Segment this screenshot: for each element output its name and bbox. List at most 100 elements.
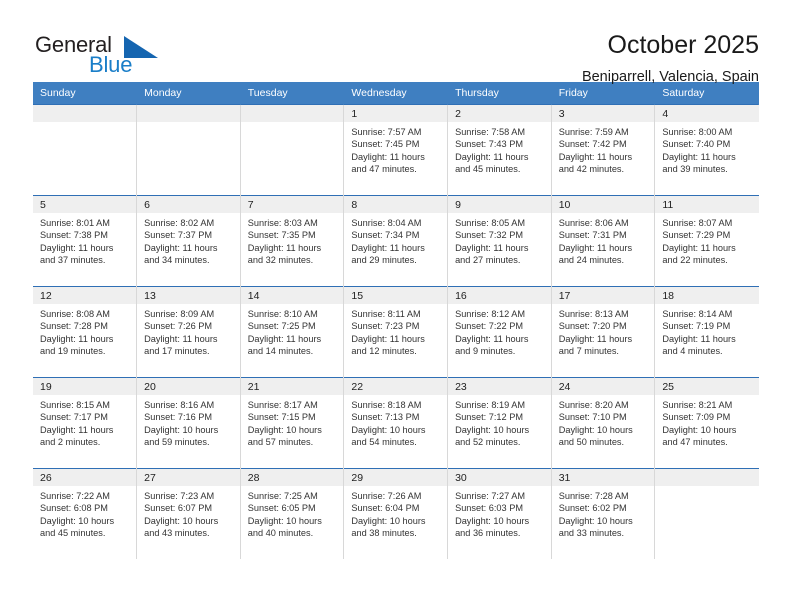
general-blue-logo[interactable]: General Blue (33, 28, 163, 80)
calendar-day-cell[interactable]: 8 Sunrise: 8:04 AM Sunset: 7:34 PM Daylight… (343, 195, 449, 287)
daylight-text-line1: Daylight: 11 hours (247, 333, 322, 344)
day-number: 5 (33, 196, 137, 213)
calendar-day-cell[interactable]: 1 Sunrise: 7:57 AM Sunset: 7:45 PM Daylight… (343, 104, 449, 196)
sunset-text: Sunset: 7:34 PM (351, 230, 420, 241)
daylight-text-line2: and 47 minutes. (351, 164, 417, 175)
calendar-day-cell[interactable]: 23 Sunrise: 8:19 AM Sunset: 7:12 PM Dayligh… (447, 377, 552, 469)
day-number: 20 (137, 378, 240, 395)
sunset-text: Sunset: 7:32 PM (455, 230, 523, 241)
sunrise-text: Sunrise: 8:06 AM (558, 218, 629, 228)
daylight-text-line1: Daylight: 11 hours (558, 333, 633, 344)
sunset-text: Sunset: 6:05 PM (247, 503, 316, 514)
calendar-day-cell[interactable]: 5 Sunrise: 8:01 AM Sunset: 7:38 PM Daylight… (33, 195, 138, 287)
sunset-text: Sunset: 7:42 PM (558, 139, 627, 150)
daylight-text-line2: and 47 minutes. (662, 437, 728, 448)
daylight-text-line2: and 33 minutes. (558, 528, 625, 539)
day-number: 9 (448, 196, 551, 213)
calendar-body: 1 Sunrise: 7:57 AM Sunset: 7:45 PM Daylight… (33, 104, 759, 559)
sun-info: Sunrise: 8:18 AM Sunset: 7:13 PM Daylight:… (344, 395, 447, 449)
calendar-day-cell[interactable]: 11 Sunrise: 8:07 AM Sunset: 7:29 PM Dayligh… (654, 195, 759, 287)
calendar-week-row: 26 Sunrise: 7:22 AM Sunset: 6:08 PM Dayligh… (33, 468, 759, 559)
sun-info: Sunrise: 8:21 AM Sunset: 7:09 PM Daylight:… (655, 395, 758, 449)
day-number: 28 (240, 469, 344, 486)
daylight-text-line2: and 54 minutes. (351, 437, 417, 448)
daylight-text-line1: Daylight: 10 hours (455, 515, 530, 526)
calendar-week-row: 1 Sunrise: 7:57 AM Sunset: 7:45 PM Daylight… (33, 104, 759, 196)
sun-info: Sunrise: 7:57 AM Sunset: 7:45 PM Daylight:… (344, 122, 447, 176)
sunrise-text: Sunrise: 8:19 AM (455, 400, 526, 410)
calendar-day-cell[interactable]: 19 Sunrise: 8:15 AM Sunset: 7:17 PM Dayligh… (33, 377, 138, 469)
sunset-text: Sunset: 7:13 PM (351, 412, 420, 423)
sun-info: Sunrise: 8:12 AM Sunset: 7:22 PM Daylight:… (448, 304, 551, 358)
sunset-text: Sunset: 6:08 PM (40, 503, 108, 514)
calendar-day-cell[interactable]: 9 Sunrise: 8:05 AM Sunset: 7:32 PM Daylight… (447, 195, 552, 287)
calendar-day-cell[interactable]: 12 Sunrise: 8:08 AM Sunset: 7:28 PM Dayligh… (33, 286, 138, 378)
day-number: 15 (344, 287, 448, 304)
daylight-text-line2: and 45 minutes. (455, 164, 521, 175)
daylight-text-line2: and 43 minutes. (144, 528, 210, 539)
daylight-text-line2: and 7 minutes. (558, 346, 619, 357)
daylight-text-line1: Daylight: 11 hours (40, 242, 114, 253)
calendar-day-cell[interactable]: 14 Sunrise: 8:10 AM Sunset: 7:25 PM Dayligh… (240, 286, 345, 378)
daylight-text-line2: and 19 minutes. (40, 346, 106, 357)
sunrise-text: Sunrise: 8:00 AM (662, 127, 733, 137)
sunrise-text: Sunrise: 7:22 AM (40, 491, 110, 501)
calendar-cell-empty (33, 104, 138, 196)
calendar-day-cell[interactable]: 4 Sunrise: 8:00 AM Sunset: 7:40 PM Daylight… (654, 104, 759, 196)
sunrise-text: Sunrise: 8:05 AM (455, 218, 526, 228)
calendar-day-cell[interactable]: 20 Sunrise: 8:16 AM Sunset: 7:16 PM Dayligh… (136, 377, 241, 469)
calendar-day-cell[interactable]: 10 Sunrise: 8:06 AM Sunset: 7:31 PM Dayligh… (551, 195, 656, 287)
sunrise-text: Sunrise: 7:57 AM (351, 127, 422, 137)
daylight-text-line2: and 38 minutes. (351, 528, 417, 539)
calendar-day-cell[interactable]: 30 Sunrise: 7:27 AM Sunset: 6:03 PM Dayligh… (447, 468, 552, 559)
calendar-day-cell[interactable]: 18 Sunrise: 8:14 AM Sunset: 7:19 PM Dayligh… (654, 286, 759, 378)
calendar-day-cell[interactable]: 29 Sunrise: 7:26 AM Sunset: 6:04 PM Dayligh… (343, 468, 449, 559)
sun-info: Sunrise: 7:58 AM Sunset: 7:43 PM Daylight:… (448, 122, 551, 176)
sun-info: Sunrise: 8:08 AM Sunset: 7:28 PM Daylight:… (33, 304, 136, 358)
sunset-text: Sunset: 7:20 PM (558, 321, 627, 332)
calendar-day-cell[interactable]: 24 Sunrise: 8:20 AM Sunset: 7:10 PM Dayligh… (551, 377, 656, 469)
daylight-text-line1: Daylight: 11 hours (558, 242, 633, 253)
calendar-day-cell[interactable]: 27 Sunrise: 7:23 AM Sunset: 6:07 PM Dayligh… (136, 468, 241, 559)
calendar-day-cell[interactable]: 7 Sunrise: 8:03 AM Sunset: 7:35 PM Daylight… (240, 195, 345, 287)
daylight-text-line2: and 17 minutes. (144, 346, 210, 357)
daylight-text-line2: and 22 minutes. (662, 255, 728, 266)
page-header: General Blue October 2025 Beniparrell, V… (33, 0, 759, 85)
sun-info: Sunrise: 7:25 AM Sunset: 6:05 PM Daylight:… (241, 486, 344, 540)
day-number: 7 (240, 196, 344, 213)
sun-info: Sunrise: 8:05 AM Sunset: 7:32 PM Daylight:… (448, 213, 551, 267)
daylight-text-line1: Daylight: 10 hours (558, 515, 633, 526)
calendar-day-cell[interactable]: 6 Sunrise: 8:02 AM Sunset: 7:37 PM Daylight… (136, 195, 241, 287)
calendar-day-cell[interactable]: 25 Sunrise: 8:21 AM Sunset: 7:09 PM Dayligh… (654, 377, 759, 469)
calendar-day-cell[interactable]: 2 Sunrise: 7:58 AM Sunset: 7:43 PM Daylight… (447, 104, 552, 196)
day-number: 12 (33, 287, 137, 304)
daylight-text-line1: Daylight: 10 hours (40, 515, 115, 526)
daylight-text-line1: Daylight: 11 hours (144, 242, 218, 253)
calendar-day-cell[interactable]: 3 Sunrise: 7:59 AM Sunset: 7:42 PM Daylight… (551, 104, 656, 196)
calendar-day-cell[interactable]: 31 Sunrise: 7:28 AM Sunset: 6:02 PM Dayligh… (551, 468, 656, 559)
calendar-day-cell[interactable]: 13 Sunrise: 8:09 AM Sunset: 7:26 PM Dayligh… (136, 286, 241, 378)
calendar-day-cell[interactable]: 16 Sunrise: 8:12 AM Sunset: 7:22 PM Dayligh… (447, 286, 552, 378)
sunset-text: Sunset: 7:37 PM (144, 230, 213, 241)
calendar-day-cell[interactable]: 22 Sunrise: 8:18 AM Sunset: 7:13 PM Dayligh… (343, 377, 449, 469)
daylight-text-line2: and 32 minutes. (247, 255, 314, 266)
day-number: 22 (344, 378, 448, 395)
calendar-day-cell[interactable]: 26 Sunrise: 7:22 AM Sunset: 6:08 PM Dayligh… (33, 468, 138, 559)
daylight-text-line2: and 14 minutes. (247, 346, 314, 357)
calendar-day-cell[interactable]: 17 Sunrise: 8:13 AM Sunset: 7:20 PM Dayligh… (551, 286, 656, 378)
sunset-text: Sunset: 6:02 PM (558, 503, 627, 514)
daylight-text-line1: Daylight: 10 hours (662, 424, 737, 435)
calendar-day-cell[interactable]: 21 Sunrise: 8:17 AM Sunset: 7:15 PM Dayligh… (240, 377, 345, 469)
day-number: 11 (655, 196, 759, 213)
daylight-text-line1: Daylight: 11 hours (40, 333, 114, 344)
calendar-cell-empty (136, 104, 241, 196)
sunset-text: Sunset: 7:35 PM (247, 230, 316, 241)
calendar-day-cell[interactable]: 28 Sunrise: 7:25 AM Sunset: 6:05 PM Dayligh… (240, 468, 345, 559)
sunrise-text: Sunrise: 8:01 AM (40, 218, 110, 228)
sunrise-text: Sunrise: 8:15 AM (40, 400, 110, 410)
sun-info: Sunrise: 8:01 AM Sunset: 7:38 PM Daylight:… (33, 213, 136, 267)
day-number: 19 (33, 378, 137, 395)
daylight-text-line2: and 52 minutes. (455, 437, 521, 448)
calendar-day-cell[interactable]: 15 Sunrise: 8:11 AM Sunset: 7:23 PM Dayligh… (343, 286, 449, 378)
sunrise-text: Sunrise: 8:18 AM (351, 400, 422, 410)
